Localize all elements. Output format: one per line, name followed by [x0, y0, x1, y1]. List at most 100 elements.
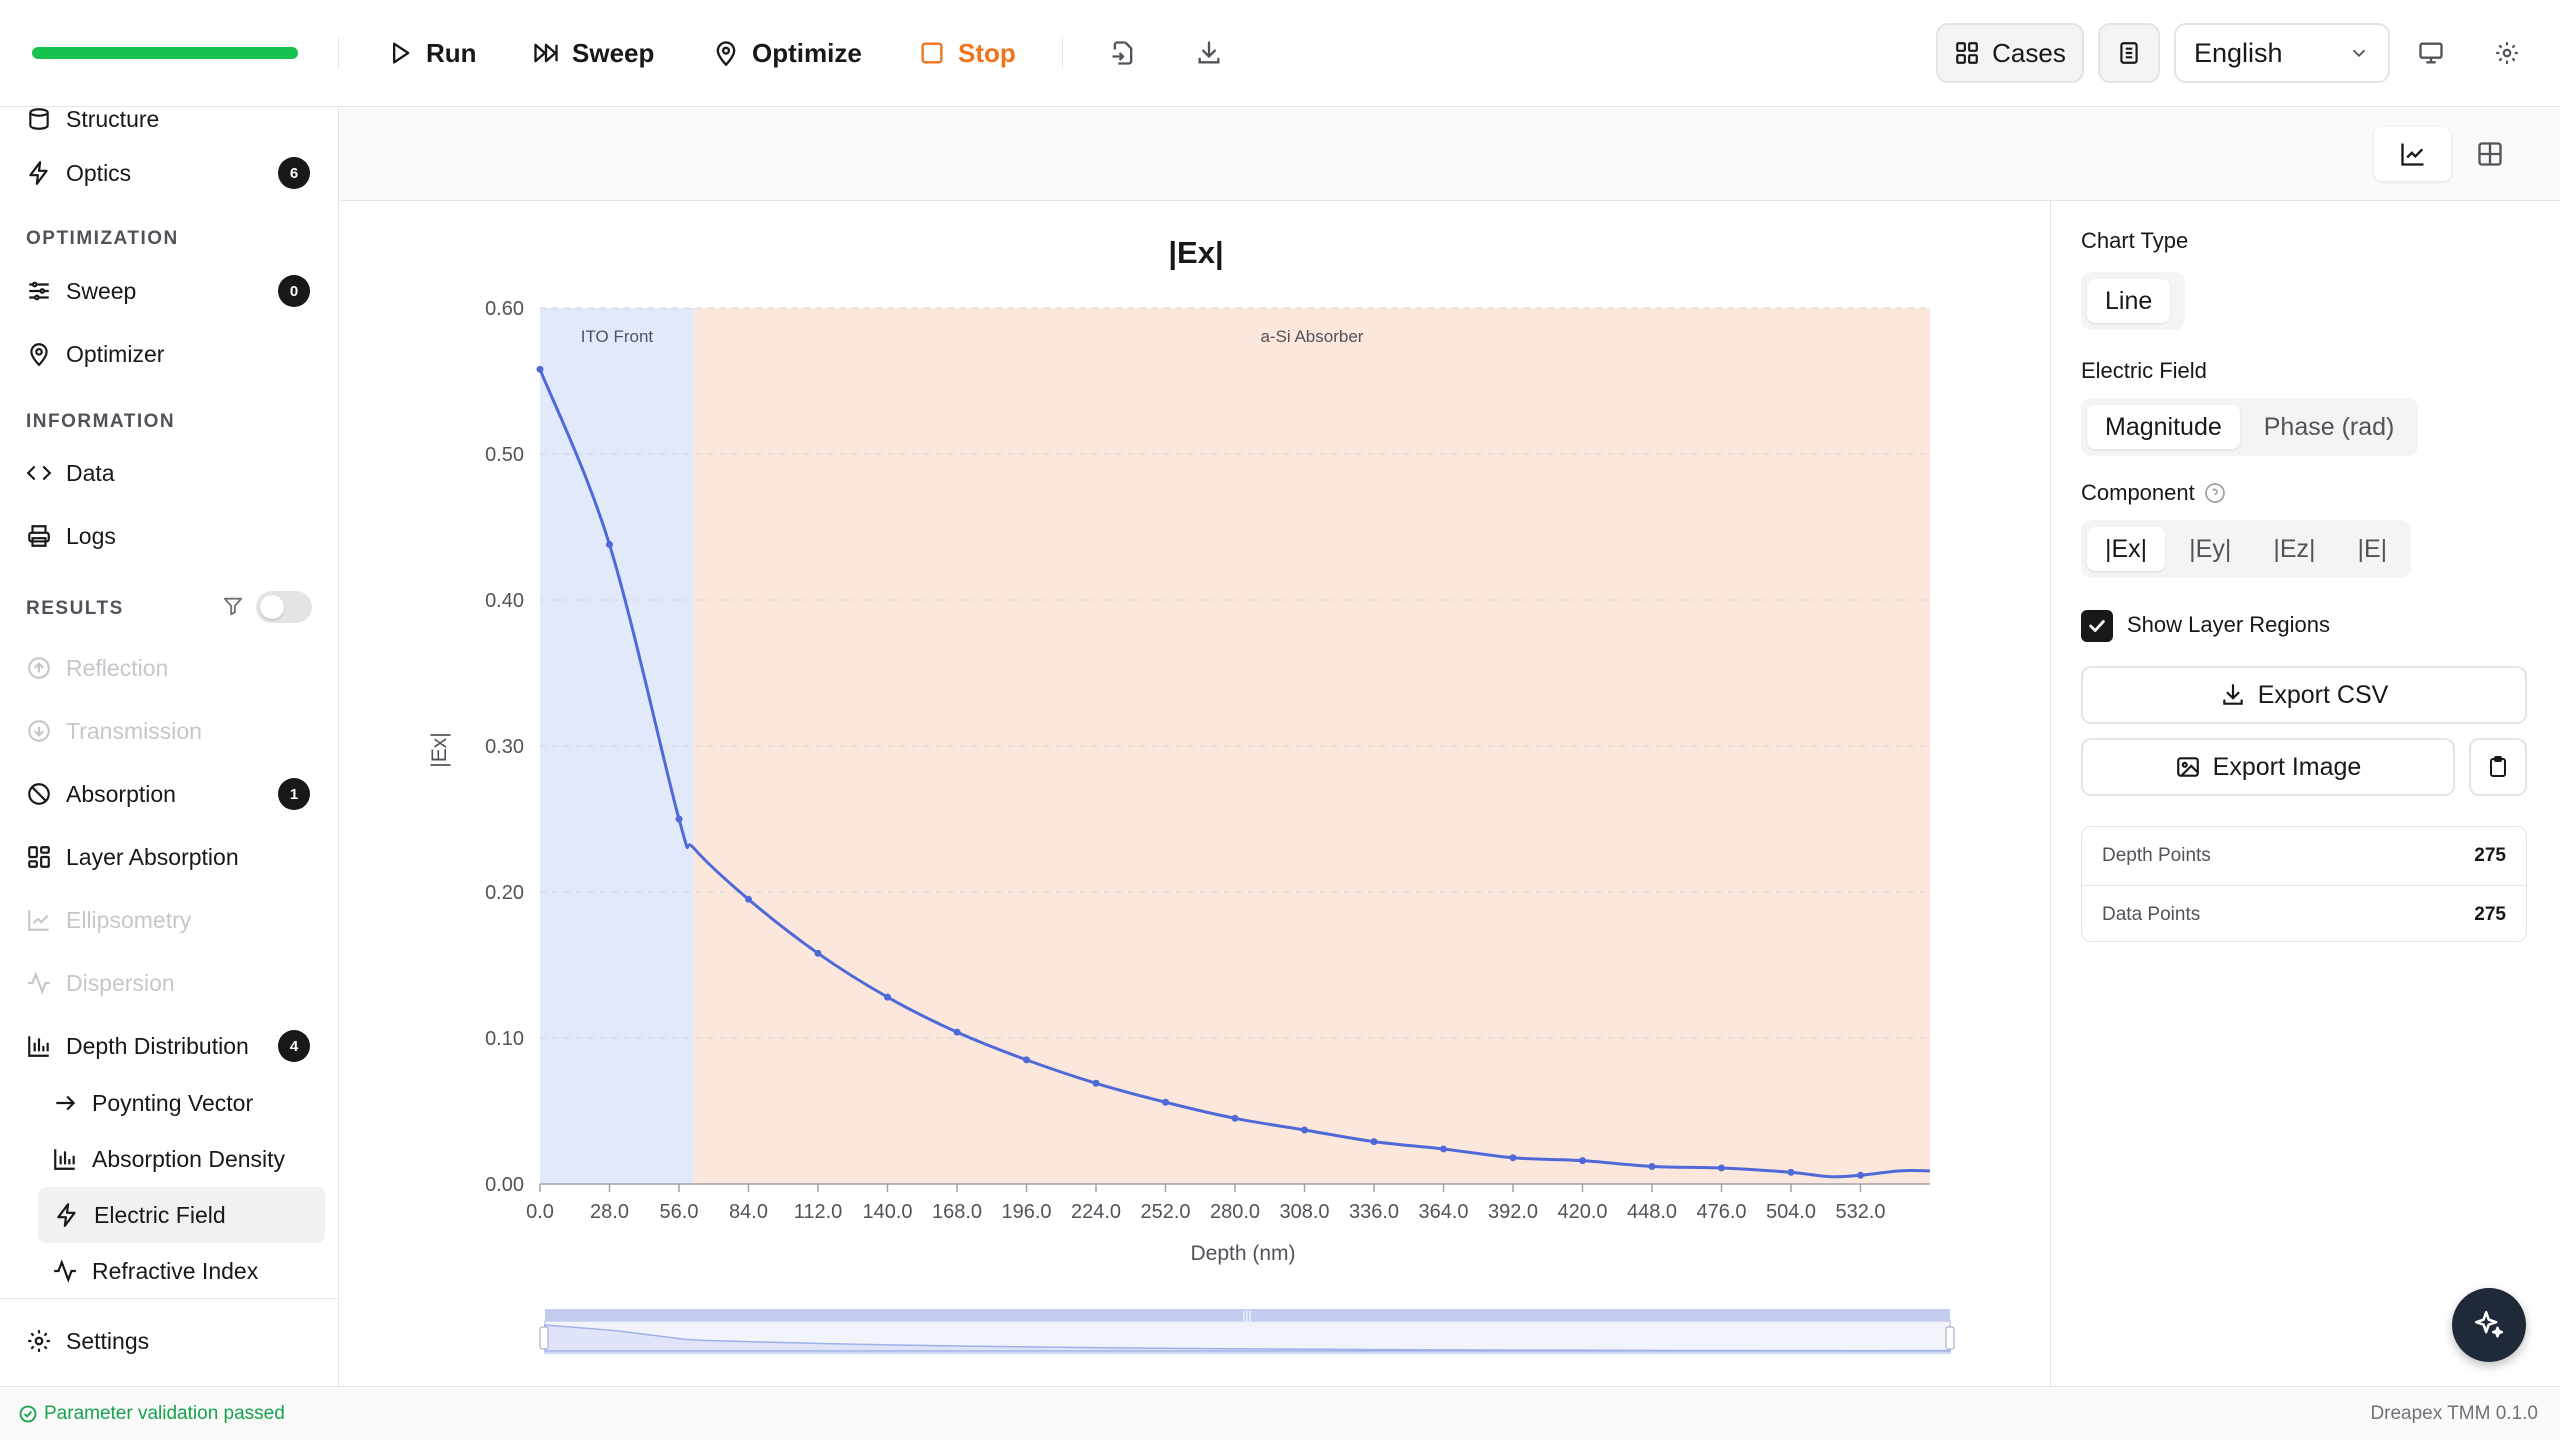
ai-assistant-button[interactable]: [2452, 1288, 2526, 1362]
component-ex[interactable]: |Ex|: [2087, 527, 2166, 571]
chevron-down-icon: [2352, 49, 2366, 58]
sidebar-item-structure[interactable]: Structure: [26, 107, 159, 139]
x-tick-label: 504.0: [1766, 1201, 1816, 1223]
sidebar-item-logs[interactable]: Logs: [26, 516, 116, 556]
progress-bar: [32, 47, 298, 59]
sidebar-item-transmission[interactable]: Transmission: [26, 711, 202, 751]
sidebar-item-depth-distribution[interactable]: Depth Distribution: [26, 1026, 249, 1066]
export-image-button[interactable]: Export Image: [2081, 738, 2455, 796]
data-point: [1162, 1098, 1169, 1106]
export-csv-button[interactable]: Export CSV: [2081, 666, 2527, 724]
export-csv-label: Export CSV: [2257, 680, 2389, 709]
activity-icon: [28, 971, 50, 995]
component-ez[interactable]: |Ez|: [2255, 527, 2333, 571]
component-ey[interactable]: |Ey|: [2171, 527, 2249, 571]
absorption-badge: 1: [278, 778, 310, 810]
sweep-button[interactable]: Sweep: [532, 30, 654, 76]
stop-button[interactable]: Stop: [918, 30, 1016, 76]
stat-label: Data Points: [2102, 903, 2201, 925]
settings-button[interactable]: [2490, 36, 2524, 70]
x-tick-label: 140.0: [862, 1201, 912, 1223]
show-layer-regions-checkbox[interactable]: [2081, 610, 2113, 642]
download-button[interactable]: [1192, 36, 1226, 70]
status-bar: Parameter validation passed Dreapex TMM …: [0, 1386, 2560, 1440]
file-import-icon: [1112, 41, 1133, 65]
sparkles-icon: [2474, 1310, 2504, 1338]
table-icon: [2477, 142, 2502, 166]
table-view-button[interactable]: [2451, 127, 2528, 181]
sidebar-item-ellipsometry[interactable]: Ellipsometry: [26, 900, 191, 940]
component-label: Component: [2081, 480, 2195, 505]
toolbar-divider: [338, 38, 339, 68]
copy-image-button[interactable]: [2469, 738, 2527, 796]
run-button[interactable]: Run: [386, 30, 477, 76]
sidebar-item-label: Poynting Vector: [92, 1089, 254, 1116]
sidebar-item-data[interactable]: Data: [26, 453, 115, 493]
stop-label: Stop: [958, 37, 1016, 68]
import-button[interactable]: [1106, 36, 1140, 70]
sidebar-item-dispersion[interactable]: Dispersion: [26, 963, 175, 1003]
results-filter-toggle[interactable]: [256, 591, 312, 623]
sidebar-subitem-electric-field[interactable]: Electric Field: [38, 1187, 325, 1243]
zoom-slider[interactable]: |||: [539, 1308, 1955, 1354]
electric-field-chart[interactable]: ITO Front a-Si Absorber 0.00 0.10 0.20 0.30 0…: [340, 201, 2050, 1386]
run-label: Run: [426, 37, 477, 68]
component-e[interactable]: |E|: [2340, 527, 2406, 571]
zoom-handle-right[interactable]: [1945, 1326, 1955, 1350]
sidebar-item-label: Optics: [66, 159, 132, 186]
sidebar-subitem-refractive-index[interactable]: Refractive Index: [52, 1251, 258, 1291]
data-point: [1648, 1162, 1656, 1170]
sidebar-item-absorption[interactable]: Absorption: [26, 774, 176, 814]
lightning-icon: [57, 1203, 76, 1227]
sidebar-item-layer-absorption[interactable]: Layer Absorption: [26, 837, 239, 877]
x-tick-label: 112.0: [794, 1201, 843, 1223]
play-icon: [393, 42, 410, 64]
language-select[interactable]: English: [2174, 23, 2390, 83]
sidebar-item-optics[interactable]: Optics: [26, 153, 131, 193]
chart-type-line[interactable]: Line: [2087, 279, 2171, 323]
data-point: [1301, 1126, 1308, 1134]
sidebar-subitem-poynting-vector[interactable]: Poynting Vector: [52, 1083, 253, 1123]
sidebar-item-label: Electric Field: [94, 1201, 226, 1228]
sidebar-item-label: Absorption Density: [92, 1145, 286, 1172]
data-point: [1023, 1056, 1030, 1064]
language-value: English: [2194, 37, 2283, 68]
filter-icon[interactable]: [222, 595, 244, 617]
sliders-icon: [29, 281, 49, 301]
sidebar-item-label: Transmission: [66, 717, 202, 744]
data-point: [1857, 1171, 1864, 1179]
download-icon: [2222, 684, 2243, 705]
cases-label: Cases: [1992, 37, 2066, 68]
electric-field-label: Electric Field: [2081, 358, 2207, 383]
field-mode-magnitude[interactable]: Magnitude: [2087, 405, 2240, 449]
zoom-handle-left[interactable]: [539, 1326, 549, 1350]
arrow-up-circle-icon: [28, 657, 50, 679]
sidebar-item-sweep[interactable]: Sweep: [26, 271, 136, 311]
chart-view-button[interactable]: [2374, 127, 2451, 181]
x-tick-label: 336.0: [1349, 1201, 1399, 1223]
chart-settings-panel: Chart Type Line Electric Field Magnitude…: [2050, 201, 2560, 1386]
optimize-button[interactable]: Optimize: [712, 30, 862, 76]
data-point: [1092, 1079, 1100, 1087]
sidebar-subitem-absorption-density[interactable]: Absorption Density: [52, 1139, 285, 1179]
display-button[interactable]: [2414, 36, 2448, 70]
help-circle-icon[interactable]: [2203, 481, 2227, 505]
sidebar-item-optimizer[interactable]: Optimizer: [26, 334, 164, 374]
sidebar-item-reflection[interactable]: Reflection: [26, 648, 168, 688]
field-mode-phase[interactable]: Phase (rad): [2246, 405, 2413, 449]
sidebar-item-label: Layer Absorption: [66, 843, 239, 870]
data-point: [884, 993, 891, 1001]
x-tick-label: 28.0: [590, 1201, 629, 1223]
cases-button[interactable]: Cases: [1936, 23, 2084, 83]
printer-icon: [28, 525, 50, 547]
chart-type-select[interactable]: Line: [2081, 272, 2185, 330]
status-message: Parameter validation passed: [44, 1402, 285, 1424]
sidebar-item-settings[interactable]: Settings: [26, 1321, 149, 1361]
check-circle-icon: [19, 1405, 37, 1422]
toolbar-divider: [1062, 38, 1063, 68]
data-point: [1509, 1154, 1517, 1162]
stat-value: 275: [2474, 845, 2506, 866]
sidebar-item-label: Dispersion: [66, 969, 175, 996]
sweep-label: Sweep: [572, 37, 655, 68]
notes-button[interactable]: [2098, 23, 2160, 83]
